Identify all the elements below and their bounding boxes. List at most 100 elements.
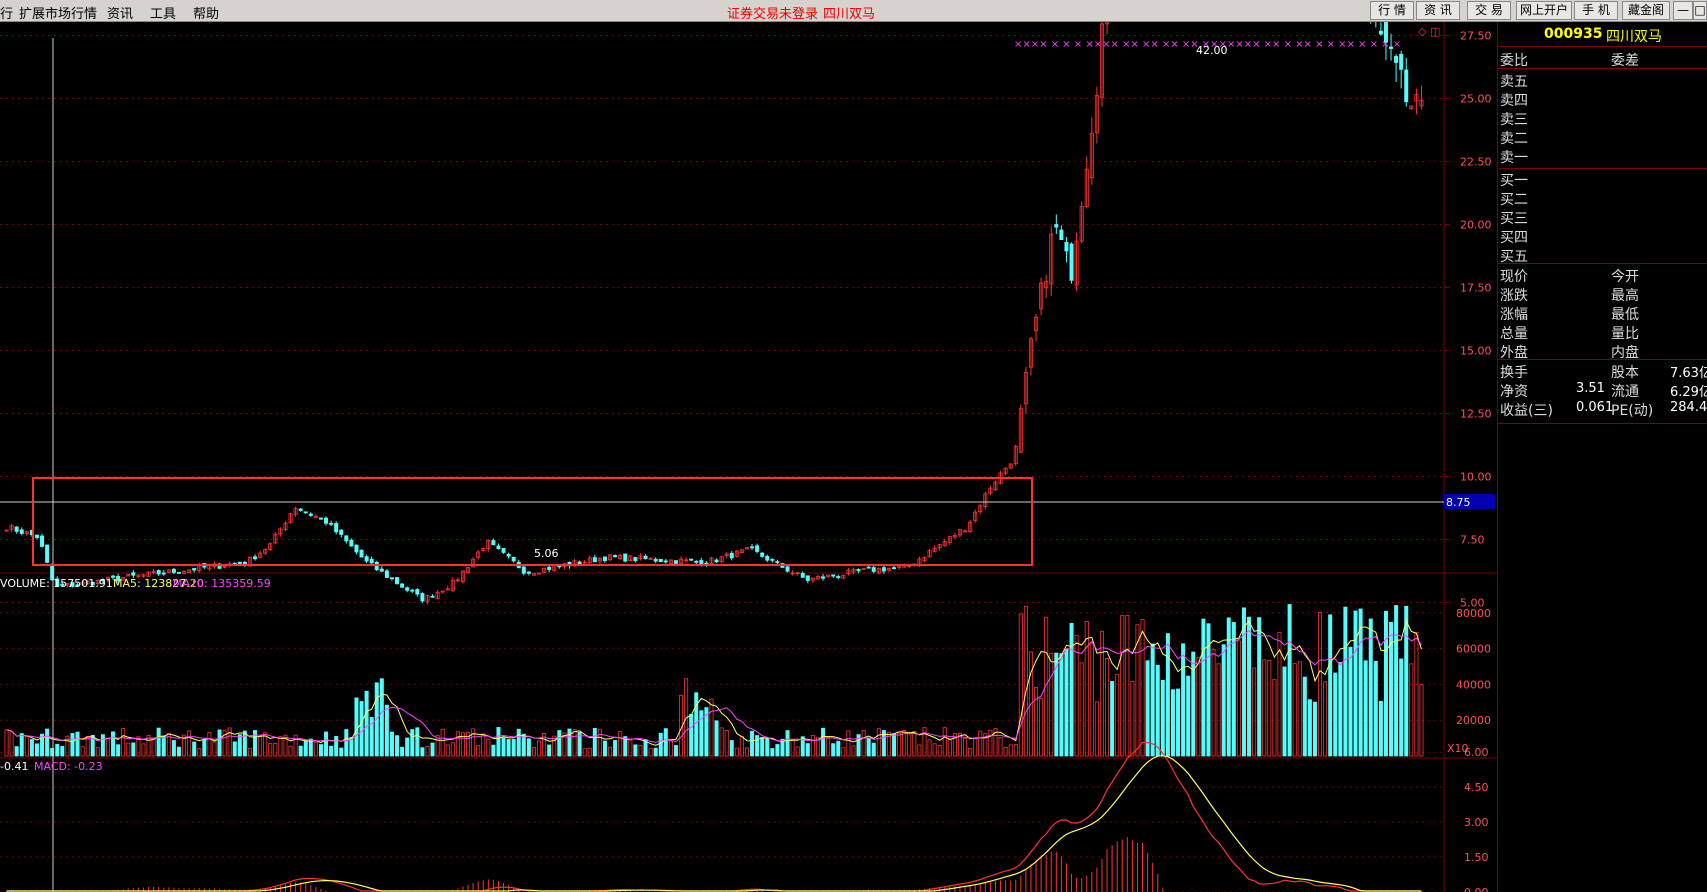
volume-bar xyxy=(1008,744,1013,757)
candle-body xyxy=(415,589,420,595)
volume-bar xyxy=(1201,618,1206,757)
volume-bar xyxy=(232,741,237,757)
candle-body xyxy=(359,549,364,558)
tab-quotes[interactable]: 行 情 xyxy=(1370,1,1414,20)
restore-button[interactable]: □ xyxy=(1693,1,1707,20)
candle-body xyxy=(613,555,618,558)
volume-bar xyxy=(1034,686,1039,757)
volume-bar xyxy=(161,735,166,757)
volume-bar xyxy=(1257,617,1262,757)
volume-bar xyxy=(714,720,719,757)
volume-ma10-legend: MA10: 135359.59 xyxy=(173,577,271,590)
volume-bar xyxy=(1039,698,1044,757)
volume-bar xyxy=(633,744,638,757)
menu-item-tools[interactable]: 工具 xyxy=(150,3,176,22)
volume-bar xyxy=(389,731,394,757)
candle-body xyxy=(354,544,359,553)
volume-bar xyxy=(1023,605,1028,757)
volume-bar xyxy=(1186,675,1191,757)
volume-bar xyxy=(1089,643,1094,757)
volume-bar xyxy=(60,745,65,757)
volume-bar xyxy=(293,734,298,757)
volume-bar xyxy=(841,747,846,757)
volume-bar xyxy=(739,736,744,757)
highlight-box xyxy=(32,477,1033,566)
menu-item-help[interactable]: 帮助 xyxy=(193,3,219,22)
price-tick-label: 25.00 xyxy=(1460,93,1492,106)
volume-bar xyxy=(253,730,258,757)
volume-bar xyxy=(202,739,207,757)
volume-bar xyxy=(486,738,491,757)
volume-bar xyxy=(329,745,334,757)
candle-body xyxy=(374,561,379,571)
volume-bar xyxy=(1094,701,1099,757)
volume-bar xyxy=(1287,604,1292,757)
candle-body xyxy=(318,517,323,520)
candle-body xyxy=(521,566,526,574)
menu-item-cut[interactable]: 行 xyxy=(0,3,13,22)
candle-body xyxy=(156,570,161,575)
candle-body xyxy=(689,558,694,561)
volume-bar xyxy=(1328,614,1333,757)
volume-bar xyxy=(998,737,1003,757)
fund-label: 净资 xyxy=(1500,384,1528,400)
tab-cangjinge[interactable]: 藏金阁 xyxy=(1622,1,1670,20)
volume-bar xyxy=(34,743,39,757)
candle-body xyxy=(765,555,770,561)
volume-bar xyxy=(552,735,557,757)
low-price-label: 5.06 xyxy=(534,547,559,560)
price-tick-label: 17.50 xyxy=(1460,282,1492,295)
volume-bar xyxy=(1099,630,1104,757)
volume-bar xyxy=(55,743,60,757)
volume-bar xyxy=(75,731,80,757)
candle-body xyxy=(506,553,511,557)
candle-body xyxy=(750,546,755,549)
sell-level-label: 卖一 xyxy=(1500,150,1528,166)
sell-level-label: 卖四 xyxy=(1500,93,1528,109)
volume-bar xyxy=(1307,699,1312,757)
candle-body xyxy=(1394,56,1399,63)
volume-bar xyxy=(481,733,486,757)
volume-legend: VOLUME: 157501.91 xyxy=(0,577,113,590)
volume-bar xyxy=(45,728,50,757)
tab-trade[interactable]: 交 易 xyxy=(1467,1,1511,20)
volume-bar xyxy=(476,744,481,757)
volume-bar xyxy=(247,747,252,757)
volume-bar xyxy=(1282,666,1287,757)
tab-mobile[interactable]: 手 机 xyxy=(1574,1,1618,20)
volume-bar xyxy=(151,737,156,757)
macd-dea-legend: -0.41 xyxy=(0,760,28,773)
volume-bar xyxy=(663,728,668,757)
candle-body xyxy=(176,572,181,574)
stock-chart-area[interactable]: 40.0037.5035.0032.5030.0027.5025.0022.50… xyxy=(0,22,1497,892)
volume-bar xyxy=(851,745,856,757)
corner-icons[interactable]: ◇ ◫ xyxy=(1418,25,1440,38)
candle-body xyxy=(755,545,760,552)
volume-bar xyxy=(1414,632,1419,757)
volume-bar xyxy=(1297,661,1302,757)
minimize-button[interactable]: — xyxy=(1673,1,1693,20)
tab-open-account[interactable]: 网上开户 xyxy=(1516,1,1572,20)
menu-item-ext-market[interactable]: 扩展市场行情 xyxy=(19,3,97,22)
fund-label: 换手 xyxy=(1500,365,1528,381)
volume-bar xyxy=(709,698,714,757)
volume-bar xyxy=(729,740,734,757)
menu-item-news[interactable]: 资讯 xyxy=(107,3,133,22)
tab-news[interactable]: 资 讯 xyxy=(1416,1,1460,20)
volume-bar xyxy=(1191,651,1196,757)
volume-bar xyxy=(430,742,435,757)
volume-bar xyxy=(1373,661,1378,757)
candle-body xyxy=(557,565,562,568)
volume-bar xyxy=(770,748,775,757)
volume-bar xyxy=(192,741,197,757)
volume-bar xyxy=(1013,744,1018,757)
high-price-label: 42.00 xyxy=(1196,44,1228,57)
volume-bar xyxy=(1059,653,1064,757)
volume-bar xyxy=(29,739,34,757)
volume-bar xyxy=(1105,658,1110,757)
candle-body xyxy=(329,522,334,525)
candle-body xyxy=(1069,243,1074,281)
volume-bar xyxy=(932,743,937,757)
status-stock-name: 四川双马 xyxy=(823,7,876,22)
volume-bar xyxy=(516,728,521,757)
